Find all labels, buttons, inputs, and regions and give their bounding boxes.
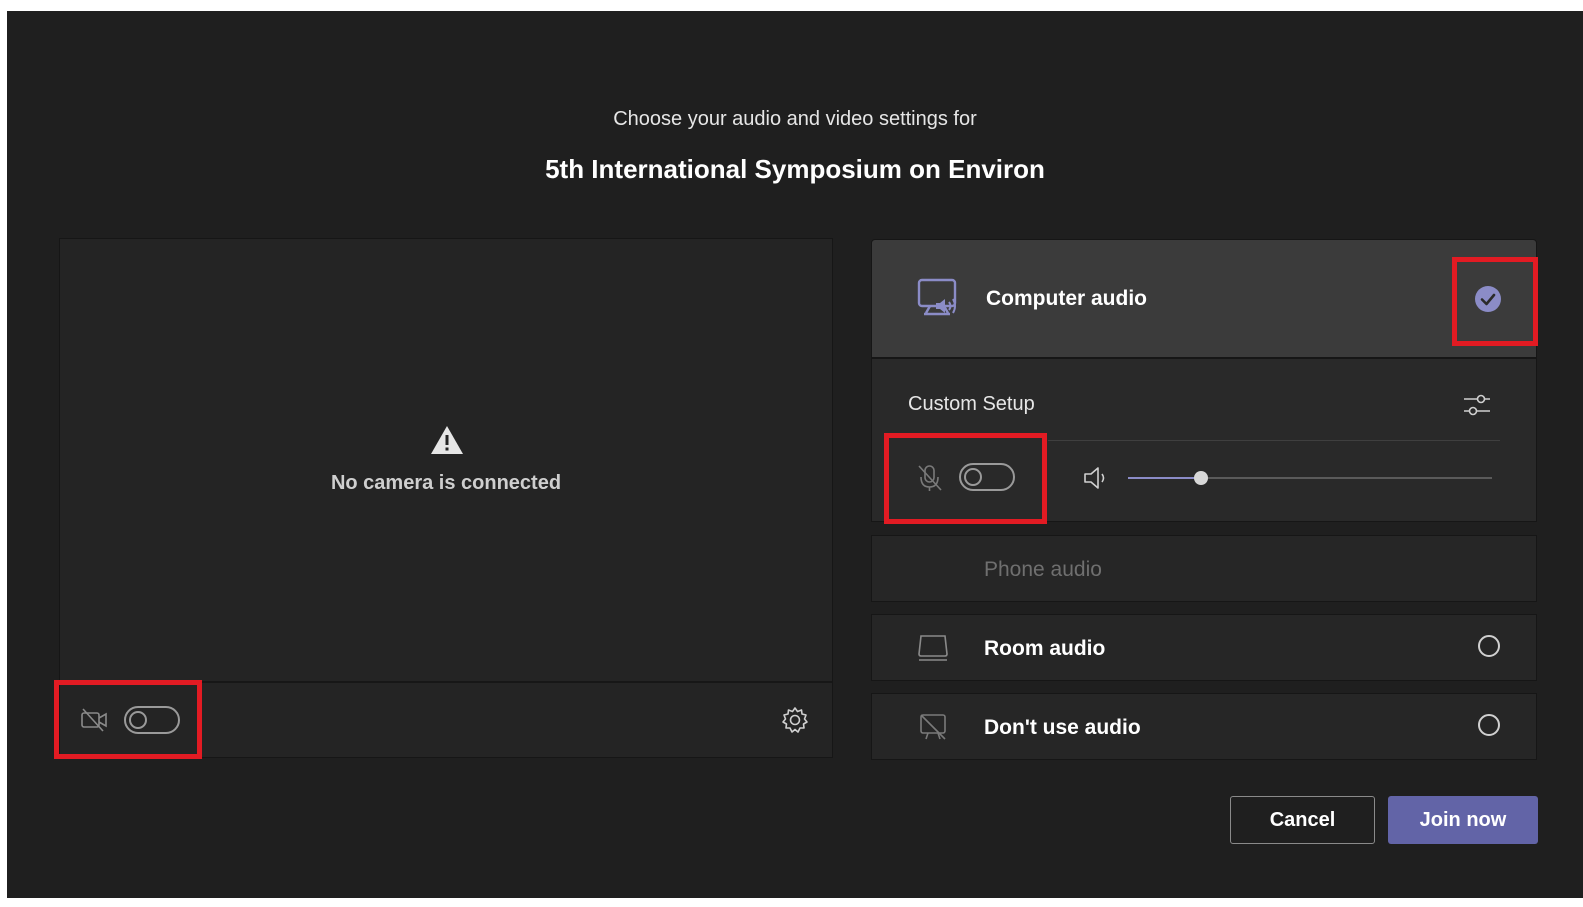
sliders-icon[interactable] bbox=[1462, 391, 1492, 419]
no-audio-option[interactable]: Don't use audio bbox=[871, 693, 1537, 760]
room-audio-radio[interactable] bbox=[1478, 635, 1500, 657]
phone-audio-option: Phone audio bbox=[871, 535, 1537, 602]
no-audio-radio[interactable] bbox=[1478, 714, 1500, 736]
room-audio-option[interactable]: Room audio bbox=[871, 614, 1537, 681]
divider bbox=[1048, 440, 1500, 441]
speaker-icon bbox=[1084, 467, 1105, 489]
monitor-speaker-icon bbox=[917, 278, 957, 316]
volume-slider[interactable] bbox=[1128, 471, 1492, 485]
computer-audio-label: Computer audio bbox=[986, 287, 1147, 310]
room-audio-icon bbox=[918, 635, 948, 661]
warning-triangle-icon bbox=[431, 426, 463, 454]
custom-setup-label: Custom Setup bbox=[908, 393, 1035, 415]
page-subtitle: Choose your audio and video settings for bbox=[613, 108, 977, 130]
volume-slider-thumb[interactable] bbox=[1193, 471, 1208, 485]
meeting-title: 5th International Symposium on Environ bbox=[545, 154, 1045, 184]
pre-join-screen: Choose your audio and video settings for… bbox=[7, 11, 1583, 898]
join-now-button[interactable]: Join now bbox=[1388, 796, 1538, 844]
computer-audio-option[interactable]: Computer audio bbox=[871, 239, 1537, 358]
no-camera-message: No camera is connected bbox=[330, 472, 562, 494]
no-audio-label: Don't use audio bbox=[984, 716, 1141, 739]
room-audio-label: Room audio bbox=[984, 637, 1106, 660]
cancel-button[interactable]: Cancel bbox=[1230, 796, 1375, 844]
volume-slider-fill bbox=[1128, 477, 1201, 479]
highlight-camera-toggle bbox=[54, 680, 202, 759]
no-audio-icon bbox=[920, 714, 946, 740]
highlight-selected-check bbox=[1452, 257, 1538, 346]
video-preview-area: No camera is connected bbox=[60, 239, 832, 685]
device-settings-gear-icon[interactable] bbox=[780, 705, 810, 735]
highlight-mic-toggle bbox=[884, 433, 1047, 524]
phone-audio-label: Phone audio bbox=[984, 558, 1102, 581]
